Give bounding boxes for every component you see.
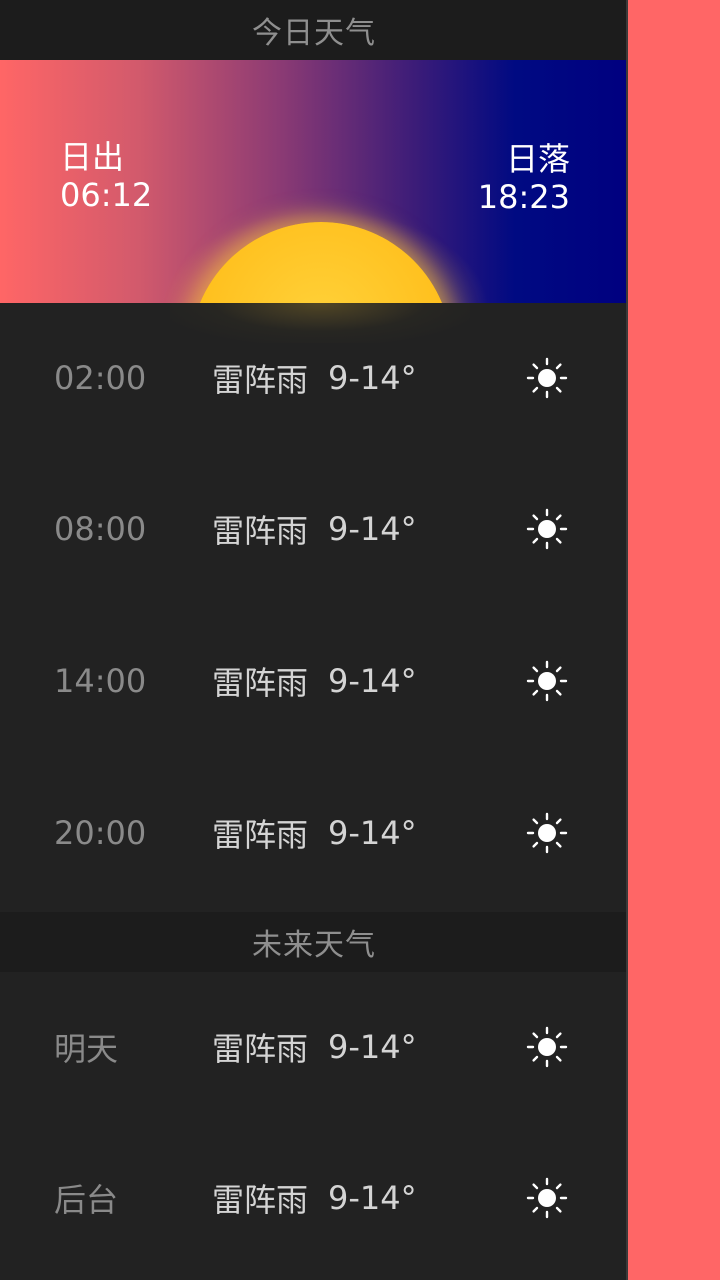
sun-icon [526, 1177, 568, 1219]
temperature-range: 9-14° [328, 814, 417, 852]
temperature-range: 9-14° [328, 510, 417, 548]
today-weather-header: 今日天气 [0, 0, 626, 60]
sun-icon [526, 812, 568, 854]
weather-condition: 雷阵雨 [212, 512, 309, 550]
temperature-range: 9-14° [328, 1179, 417, 1217]
weather-condition: 雷阵雨 [212, 816, 309, 854]
sun-icon [526, 660, 568, 702]
daily-row[interactable]: 明天 雷阵雨 9-14° [0, 971, 626, 1123]
hourly-row[interactable]: 02:00 雷阵雨 9-14° [0, 302, 626, 454]
hourly-row[interactable]: 20:00 雷阵雨 9-14° [0, 757, 626, 909]
daily-row[interactable]: 后台 雷阵雨 9-14° [0, 1122, 626, 1274]
sunset-info: 日落 18:23 [478, 140, 570, 216]
hourly-row[interactable]: 08:00 雷阵雨 9-14° [0, 453, 626, 605]
sun-banner: 日出 06:12 日落 18:23 [0, 60, 626, 303]
hour-time: 20:00 [54, 814, 147, 852]
hourly-row[interactable]: 14:00 雷阵雨 9-14° [0, 605, 626, 757]
sun-icon [526, 1026, 568, 1068]
day-label: 明天 [54, 1030, 119, 1068]
temperature-range: 9-14° [328, 359, 417, 397]
sunrise-label: 日出 [60, 138, 125, 176]
side-strip [630, 0, 720, 1280]
temperature-range: 9-14° [328, 1028, 417, 1066]
weather-condition: 雷阵雨 [212, 664, 309, 702]
day-label: 后台 [54, 1181, 119, 1219]
sunset-time: 18:23 [477, 178, 570, 216]
weather-condition: 雷阵雨 [212, 1030, 309, 1068]
future-weather-header: 未来天气 [0, 912, 626, 972]
sunrise-info: 日出 06:12 [60, 138, 152, 214]
weather-condition: 雷阵雨 [212, 361, 309, 399]
sun-icon [526, 357, 568, 399]
sunset-label: 日落 [505, 140, 570, 178]
sun-icon [526, 508, 568, 550]
hour-time: 02:00 [54, 359, 147, 397]
weather-panel: 今日天气 日出 06:12 日落 18:23 02:00 雷阵雨 9-14° 0… [0, 0, 628, 1280]
sunrise-time: 06:12 [60, 176, 153, 214]
hour-time: 08:00 [54, 510, 147, 548]
weather-condition: 雷阵雨 [212, 1181, 309, 1219]
hour-time: 14:00 [54, 662, 147, 700]
temperature-range: 9-14° [328, 662, 417, 700]
